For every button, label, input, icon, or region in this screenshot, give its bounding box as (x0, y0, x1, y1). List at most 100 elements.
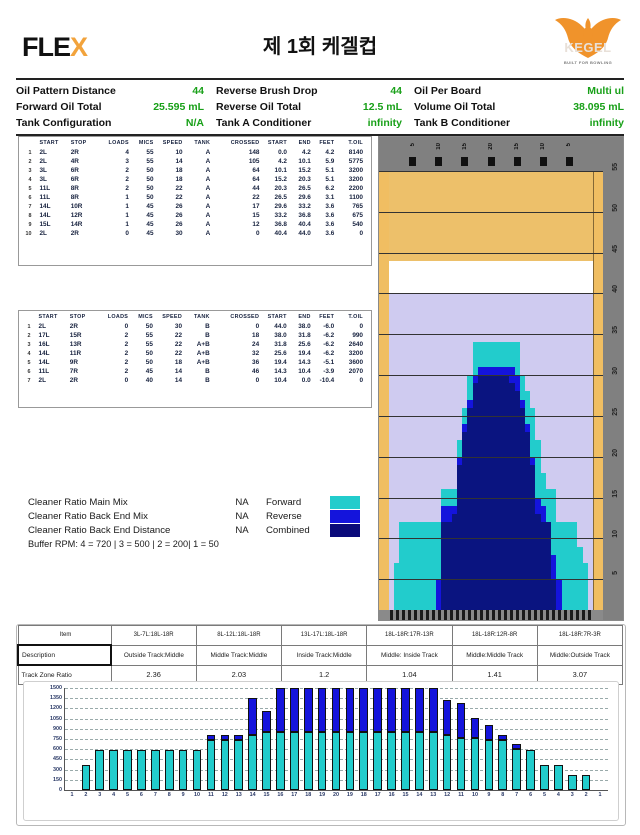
reverse-bar-segment (359, 688, 368, 732)
row-index: 7 (19, 202, 35, 211)
summary-field: Reverse Brush Drop44 (216, 85, 414, 97)
approach-tick (510, 610, 513, 620)
approach-tick (582, 610, 585, 620)
row-index: 4 (19, 175, 35, 184)
approach-tick (474, 610, 477, 620)
direction-label: Combined (266, 525, 330, 536)
reverse-bar-segment (373, 688, 382, 732)
summary-field: Volume Oil Total38.095 mL (414, 101, 624, 113)
y-axis-tick-label: 0 (59, 787, 62, 793)
distance-label: 45 (612, 245, 619, 253)
row-index: 5 (19, 184, 35, 193)
row-index: 3 (19, 340, 34, 349)
table-cell: 4.2 (260, 157, 287, 166)
zone-description-cell: Middle Track:Middle (196, 645, 281, 665)
column-header: T.OIL (334, 137, 371, 148)
table-cell: 1 (97, 193, 129, 202)
table-cell: 26.5 (287, 184, 311, 193)
column-header: CROSSED (218, 137, 259, 148)
x-axis-tick-label: 18 (305, 792, 311, 798)
x-axis-tick-label: 11 (458, 792, 464, 798)
table-cell: 2 (96, 331, 128, 340)
table-cell: 20.3 (260, 184, 287, 193)
approach-tick (492, 610, 495, 620)
table-cell: A (183, 175, 219, 184)
summary-label: Tank A Conditioner (216, 117, 311, 129)
table-cell: 0 (97, 229, 129, 238)
cleaner-ratio-label: Cleaner Ratio Back End Distance (28, 525, 218, 536)
summary-value: 12.5 mL (301, 101, 414, 113)
table-cell: 7R (65, 367, 96, 376)
table-cell: 18 (154, 166, 183, 175)
table-cell: 5775 (334, 157, 371, 166)
distance-gridline (379, 375, 603, 376)
summary-value: 38.095 mL (495, 101, 624, 113)
table-cell: 10 (154, 148, 183, 157)
pin-marker (461, 157, 468, 166)
column-header: CROSSED (218, 311, 259, 322)
cleaner-ratio-value: NA (218, 497, 266, 508)
table-cell: 22 (153, 340, 182, 349)
table-cell: 5.1 (311, 166, 334, 175)
table-cell: 3200 (334, 175, 371, 184)
forward-pass-table: STARTSTOPLOADSMICSSPEEDTANKCROSSEDSTARTE… (18, 136, 372, 266)
table-cell: 0.0 (287, 376, 311, 385)
table-cell: -10.4 (311, 376, 335, 385)
x-axis-tick-label: 17 (375, 792, 381, 798)
pin-marker (488, 157, 495, 166)
table-cell: 16L (34, 340, 65, 349)
table-cell: 50 (129, 184, 154, 193)
table-cell: 10.1 (260, 166, 287, 175)
x-axis-tick-label: 18 (361, 792, 367, 798)
distance-gridline (379, 538, 603, 539)
table-cell: 36.8 (287, 211, 311, 220)
table-cell: A (183, 193, 219, 202)
table-cell: A (183, 202, 219, 211)
chart-bar (346, 688, 355, 790)
column-header: TANK (183, 137, 219, 148)
table-header-row: STARTSTOPLOADSMICSSPEEDTANKCROSSEDSTARTE… (19, 137, 371, 148)
table-cell: 20.3 (287, 175, 311, 184)
table-cell: 64 (218, 166, 259, 175)
table-cell: 55 (129, 157, 154, 166)
table-cell: 2L (35, 229, 66, 238)
distance-label: 15 (612, 490, 619, 498)
table-cell: 3.1 (311, 193, 334, 202)
table-cell: 2200 (334, 184, 371, 193)
table-cell: 2R (66, 148, 97, 157)
chart-bar (554, 688, 563, 790)
y-axis-tick-label: 750 (53, 736, 62, 742)
table-cell: 31.8 (259, 340, 287, 349)
chart-bar (596, 688, 605, 790)
chart-bar (137, 688, 146, 790)
forward-bar-segment (276, 732, 285, 790)
chart-bar (318, 688, 327, 790)
table-cell: 44 (218, 184, 259, 193)
table-cell: 18 (153, 358, 182, 367)
lane-pattern-graphic: 510152015105 555045403530252015105 (378, 136, 624, 621)
table-cell: 25.6 (259, 349, 287, 358)
table-cell: 2 (96, 349, 128, 358)
table-cell: 15 (218, 211, 259, 220)
table-cell: 22 (218, 193, 259, 202)
y-axis-tick-label: 1200 (50, 705, 62, 711)
forward-bar-segment (429, 732, 438, 790)
table-cell: A (183, 166, 219, 175)
table-cell: 1100 (334, 193, 371, 202)
x-axis-tick-label: 7 (515, 792, 518, 798)
table-cell: 40.4 (260, 229, 287, 238)
approach-tick (480, 610, 483, 620)
table-cell: 24 (218, 340, 259, 349)
column-header: START (34, 311, 65, 322)
table-cell: 2L (34, 322, 65, 331)
reverse-bar-segment (332, 688, 341, 732)
table-cell: 6.2 (311, 184, 334, 193)
table-cell: 25.6 (287, 340, 311, 349)
summary-field: Oil Pattern Distance44 (16, 85, 216, 97)
table-cell: 26 (154, 211, 183, 220)
chart-bar (373, 688, 382, 790)
distance-label: 20 (612, 449, 619, 457)
cleaner-ratio-row: Cleaner Ratio Back End MixNAReverse (28, 509, 373, 523)
approach-tick (540, 610, 543, 620)
reverse-pass-table: STARTSTOPLOADSMICSSPEEDTANKCROSSEDSTARTE… (18, 310, 372, 408)
